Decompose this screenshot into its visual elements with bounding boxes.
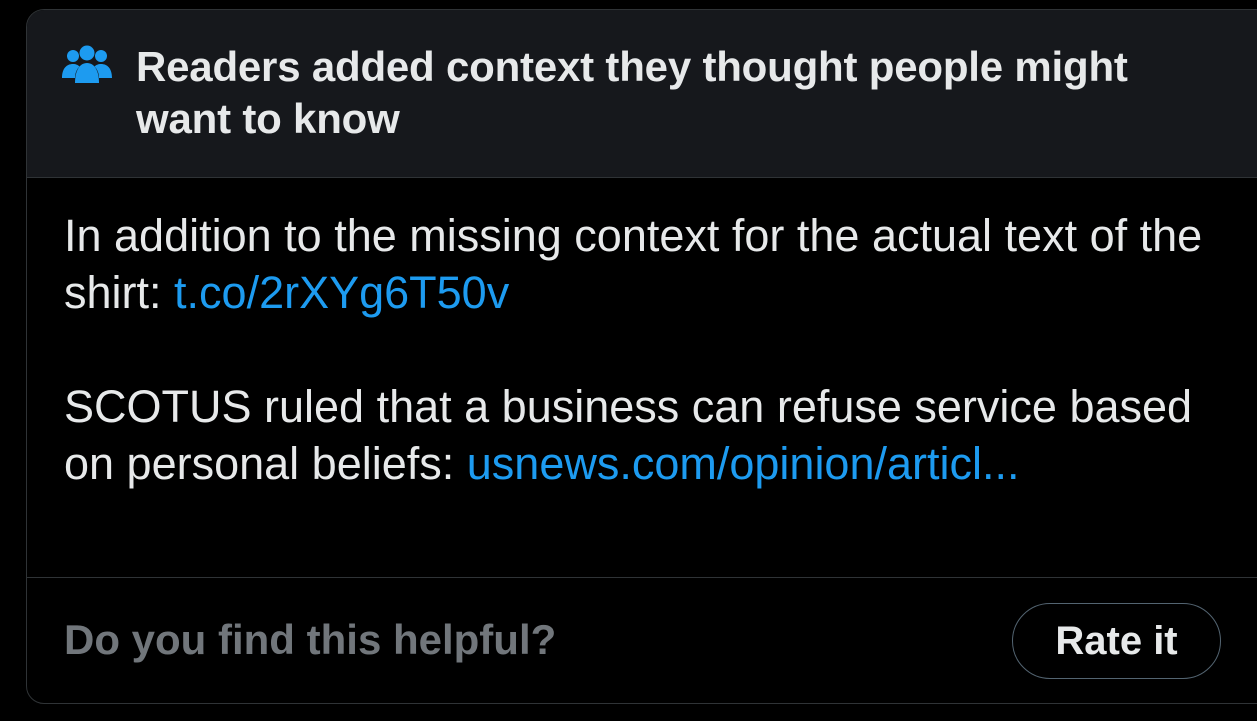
people-group-icon (62, 45, 112, 85)
community-note-card: Readers added context they thought peopl… (26, 9, 1257, 704)
rate-it-button[interactable]: Rate it (1012, 603, 1221, 679)
footer-divider (27, 577, 1257, 578)
note-paragraph-2: SCOTUS ruled that a business can refuse … (64, 378, 1234, 492)
note-body: In addition to the missing context for t… (64, 207, 1234, 492)
note-title: Readers added context they thought peopl… (136, 43, 1128, 142)
usnews-article-link[interactable]: usnews.com/opinion/articl... (467, 438, 1020, 489)
note-paragraph-1: In addition to the missing context for t… (64, 207, 1234, 321)
shirt-context-link[interactable]: t.co/2rXYg6T50v (174, 267, 509, 318)
note-header: Readers added context they thought peopl… (27, 10, 1257, 178)
helpful-question: Do you find this helpful? (64, 616, 557, 663)
